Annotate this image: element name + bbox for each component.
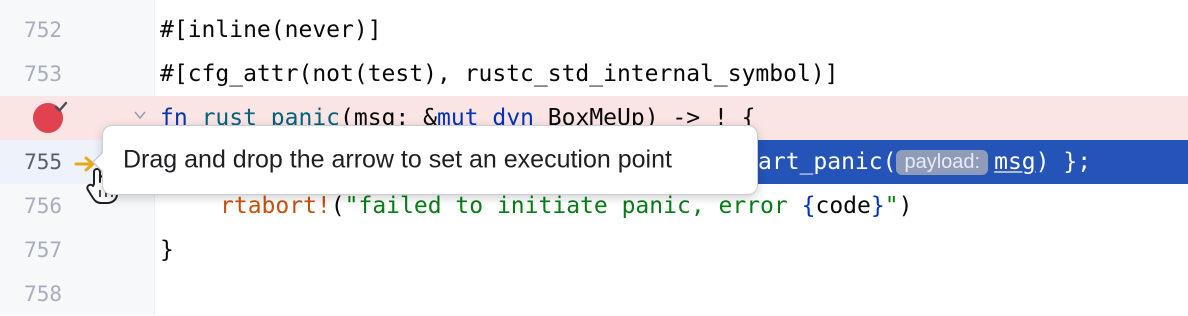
code-text: #[inline(never)] [160,17,382,43]
code-editor[interactable]: 752 #[inline(never)] 753 #[cfg_attr(not(… [0,0,1188,315]
line-number: 755 [24,150,62,174]
checkmark-icon [54,100,68,114]
line-number: 756 [24,194,62,218]
code-line[interactable]: 752 #[inline(never)] [0,8,1188,52]
tooltip-text: Drag and drop the arrow to set an execut… [123,145,672,174]
code-token: ) [898,193,913,219]
code-text: art_panic(payload: msg) }; [758,149,1091,175]
code-text: #[cfg_attr(not(test), rustc_std_internal… [160,61,839,87]
code-token: code [815,193,871,219]
code-token: msg [994,149,1036,175]
code-line[interactable]: 757 } [0,228,1188,272]
line-number: 752 [24,18,62,42]
code-token: } [870,193,885,219]
string-literal: " [884,193,899,219]
line-number: 757 [24,238,62,262]
execution-point-tooltip: Drag and drop the arrow to set an execut… [92,125,758,195]
string-literal: "failed to initiate panic, error [344,193,802,219]
code-line[interactable]: 753 #[cfg_attr(not(test), rustc_std_inte… [0,52,1188,96]
line-number: 758 [24,282,62,306]
macro-name: rtabort! [220,193,331,219]
code-text: } [160,237,174,263]
tooltip-pointer-inner [94,152,104,172]
code-token: { [801,193,816,219]
code-token: ) }; [1035,149,1092,175]
code-token: ( [330,193,345,219]
parameter-hint: payload: [896,150,989,175]
chevron-down-icon[interactable] [133,108,147,126]
line-number: 753 [24,62,62,86]
code-text: rtabort!("failed to initiate panic, erro… [220,193,912,219]
code-token: art_panic( [758,149,897,175]
code-line[interactable]: 758 [0,272,1188,316]
